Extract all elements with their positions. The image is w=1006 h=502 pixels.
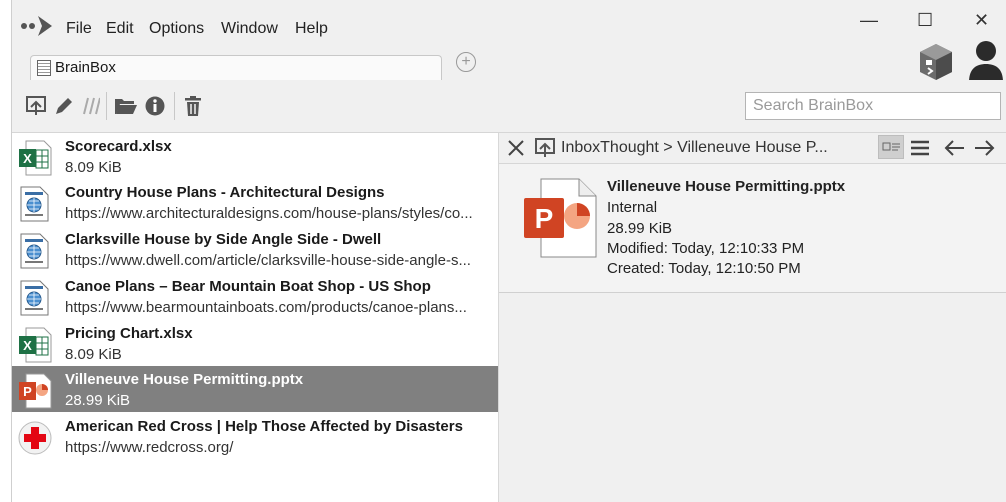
excel-file-icon: X	[19, 327, 52, 363]
svg-text:X: X	[23, 338, 32, 353]
close-icon[interactable]	[507, 139, 525, 157]
menu-bar: File Edit Options Window Help — ☐ ✕	[12, 0, 1006, 60]
red-cross-icon	[18, 421, 52, 455]
user-avatar-icon[interactable]	[967, 38, 1005, 82]
app-window: File Edit Options Window Help — ☐ ✕ Brai…	[11, 0, 1006, 502]
svg-text:P: P	[535, 203, 554, 234]
breadcrumb[interactable]: InboxThought > Villeneuve House P...	[561, 139, 828, 157]
item-title: Villeneuve House Permitting.pptx	[65, 371, 304, 388]
list-item[interactable]: X Scorecard.xlsx 8.09 KiB	[12, 133, 498, 179]
set-active-thought-icon[interactable]	[26, 96, 46, 116]
item-title: Pricing Chart.xlsx	[65, 325, 193, 342]
svg-text:P: P	[23, 384, 32, 399]
list-item-selected[interactable]: P Villeneuve House Permitting.pptx 28.99…	[12, 366, 498, 412]
menu-window[interactable]: Window	[221, 20, 278, 38]
powerpoint-file-icon: P	[524, 178, 597, 258]
card-view-icon[interactable]	[878, 135, 904, 159]
cube-icon[interactable]	[917, 42, 955, 82]
info-icon[interactable]	[145, 96, 165, 116]
web-page-icon	[20, 280, 49, 316]
add-tab-button[interactable]: +	[456, 52, 476, 72]
list-item[interactable]: Country House Plans - Architectural Desi…	[12, 179, 498, 225]
menu-edit[interactable]: Edit	[106, 20, 134, 38]
close-button[interactable]: ✕	[974, 10, 989, 31]
search-input[interactable]	[745, 92, 1001, 120]
file-created: Created: Today, 12:10:50 PM	[607, 260, 801, 277]
link-icon[interactable]	[78, 96, 100, 116]
preview-toolbar: InboxThought > Villeneuve House P...	[499, 133, 1006, 164]
minimize-button[interactable]: —	[860, 10, 878, 31]
thought-list: X Scorecard.xlsx 8.09 KiB Country House …	[12, 133, 499, 502]
item-title: Clarksville House by Side Angle Side - D…	[65, 231, 382, 248]
maximize-button[interactable]: ☐	[917, 10, 933, 31]
folder-open-icon[interactable]	[114, 96, 138, 116]
list-view-icon[interactable]	[910, 139, 930, 157]
item-subtitle: 8.09 KiB	[65, 159, 122, 176]
item-title: Country House Plans - Architectural Desi…	[65, 184, 385, 201]
excel-file-icon: X	[19, 140, 52, 176]
preview-pane: InboxThought > Villeneuve House P... P V…	[499, 133, 1006, 502]
set-active-thought-icon[interactable]	[535, 138, 555, 158]
web-page-icon	[20, 186, 49, 222]
brain-list-icon	[37, 60, 51, 76]
item-subtitle: https://www.dwell.com/article/clarksvill…	[65, 252, 471, 269]
list-item[interactable]: X Pricing Chart.xlsx 8.09 KiB	[12, 320, 498, 366]
menu-file[interactable]: File	[66, 20, 92, 38]
item-subtitle: 28.99 KiB	[65, 392, 131, 409]
forward-arrow-icon[interactable]	[974, 139, 996, 157]
item-subtitle: https://www.architecturaldesigns.com/hou…	[65, 205, 473, 222]
item-title: Canoe Plans – Bear Mountain Boat Shop - …	[65, 278, 431, 295]
powerpoint-file-icon: P	[19, 373, 52, 409]
tab-brainbox[interactable]: BrainBox	[30, 55, 442, 80]
file-size: 28.99 KiB	[607, 220, 673, 237]
menu-options[interactable]: Options	[149, 20, 204, 38]
menu-help[interactable]: Help	[295, 20, 328, 38]
list-item[interactable]: Canoe Plans – Bear Mountain Boat Shop - …	[12, 273, 498, 319]
file-name: Villeneuve House Permitting.pptx	[607, 178, 846, 195]
back-arrow-icon[interactable]	[943, 139, 965, 157]
delete-trash-icon[interactable]	[184, 96, 202, 116]
item-subtitle: 8.09 KiB	[65, 346, 122, 363]
list-item[interactable]: Clarksville House by Side Angle Side - D…	[12, 226, 498, 272]
attachment-detail[interactable]: P Villeneuve House Permitting.pptx Inter…	[499, 164, 1006, 293]
tab-label: BrainBox	[55, 59, 116, 76]
app-logo-icon[interactable]	[20, 14, 54, 38]
file-location: Internal	[607, 199, 658, 216]
list-item[interactable]: American Red Cross | Help Those Affected…	[12, 413, 498, 459]
web-page-icon	[20, 233, 49, 269]
item-subtitle: https://www.redcross.org/	[65, 439, 234, 456]
item-subtitle: https://www.bearmountainboats.com/produc…	[65, 299, 467, 316]
file-modified: Modified: Today, 12:10:33 PM	[607, 240, 805, 257]
toolbar	[12, 80, 1006, 133]
edit-pencil-icon[interactable]	[54, 96, 76, 116]
item-title: American Red Cross | Help Those Affected…	[65, 418, 463, 435]
svg-text:X: X	[23, 151, 32, 166]
item-title: Scorecard.xlsx	[65, 138, 172, 155]
